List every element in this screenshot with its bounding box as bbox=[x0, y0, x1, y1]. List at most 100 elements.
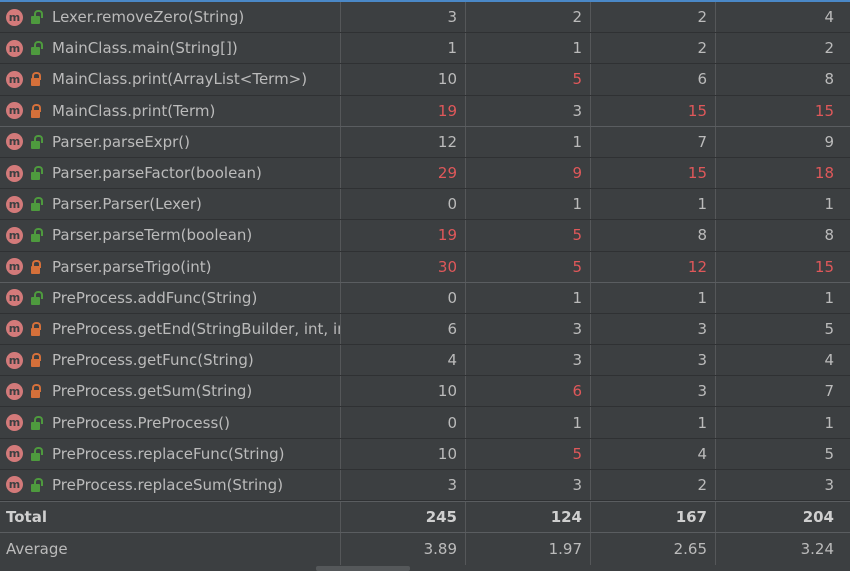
total-label: Total bbox=[0, 502, 341, 532]
table-row[interactable]: m Parser.parseFactor(boolean) 29 9 15 18 bbox=[0, 157, 850, 190]
metric-value: 1 bbox=[466, 282, 591, 313]
lock-icon bbox=[30, 72, 41, 87]
method-cell: m MainClass.print(ArrayList<Term>) bbox=[0, 64, 341, 95]
metric-value: 2 bbox=[591, 2, 716, 33]
method-cell: m PreProcess.PreProcess() bbox=[0, 407, 341, 438]
total-value: 204 bbox=[802, 508, 834, 526]
metric-value: 3 bbox=[341, 469, 466, 500]
metric-value: 8 bbox=[824, 70, 834, 89]
metric-value: 15 bbox=[814, 101, 834, 120]
metric-value: 1 bbox=[824, 413, 834, 432]
method-icon: m bbox=[6, 39, 23, 57]
method-name: Lexer.removeZero(String) bbox=[52, 8, 245, 27]
table-row[interactable]: m Parser.parseTrigo(int) 30 5 12 15 bbox=[0, 251, 850, 283]
metric-value: 3 bbox=[591, 313, 716, 345]
method-icon: m bbox=[6, 476, 23, 494]
average-value: 3.24 bbox=[800, 540, 834, 558]
metric-value: 5 bbox=[824, 319, 834, 338]
table-row[interactable]: m Parser.parseTerm(boolean) 19 5 8 8 bbox=[0, 220, 850, 252]
metric-value: 10 bbox=[341, 376, 466, 407]
metric-value: 5 bbox=[466, 64, 591, 95]
metric-value: 7 bbox=[824, 382, 834, 401]
method-name: MainClass.print(ArrayList<Term>) bbox=[52, 70, 308, 89]
lock-icon bbox=[30, 103, 41, 118]
metric-value: 3 bbox=[824, 475, 834, 494]
total-value: 124 bbox=[466, 502, 591, 532]
average-value: 1.97 bbox=[466, 533, 591, 565]
method-icon: m bbox=[6, 195, 23, 213]
total-row[interactable]: Total 245 124 167 204 bbox=[0, 501, 850, 533]
unlock-icon bbox=[30, 166, 43, 181]
metric-value: 3 bbox=[466, 95, 591, 126]
table-row[interactable]: m PreProcess.addFunc(String) 0 1 1 1 bbox=[0, 282, 850, 314]
method-name: PreProcess.addFunc(String) bbox=[52, 288, 258, 307]
table-row[interactable]: m MainClass.print(ArrayList<Term>) 10 5 6 8 bbox=[0, 64, 850, 96]
table-row[interactable]: m MainClass.print(Term) 19 3 15 15 bbox=[0, 95, 850, 127]
metric-value: 18 bbox=[814, 164, 834, 183]
metrics-table: m Lexer.removeZero(String) 3 2 2 4 m MainClass.… bbox=[0, 2, 850, 565]
method-cell: m Parser.Parser(Lexer) bbox=[0, 189, 341, 220]
table-row[interactable]: m Lexer.removeZero(String) 3 2 2 4 bbox=[0, 2, 850, 34]
unlock-icon bbox=[30, 10, 43, 25]
metric-value: 1 bbox=[341, 33, 466, 64]
metric-value: 6 bbox=[466, 376, 591, 407]
metric-value: 6 bbox=[591, 64, 716, 95]
method-name: Parser.parseExpr() bbox=[52, 132, 191, 151]
method-cell: m PreProcess.replaceFunc(String) bbox=[0, 438, 341, 469]
metric-value: 9 bbox=[466, 157, 591, 189]
unlock-icon bbox=[30, 415, 43, 430]
method-name: PreProcess.getEnd(StringBuilder, int, in… bbox=[52, 319, 341, 338]
metric-value: 15 bbox=[591, 95, 716, 126]
unlock-icon bbox=[30, 41, 43, 56]
table-row[interactable]: m Parser.parseExpr() 12 1 7 9 bbox=[0, 126, 850, 158]
method-name: Parser.parseFactor(boolean) bbox=[52, 164, 262, 183]
metric-value: 2 bbox=[591, 469, 716, 500]
metric-value: 15 bbox=[591, 157, 716, 189]
metric-value: 2 bbox=[824, 39, 834, 58]
table-row[interactable]: m Parser.Parser(Lexer) 0 1 1 1 bbox=[0, 189, 850, 221]
metric-value: 15 bbox=[814, 257, 834, 276]
unlock-icon bbox=[30, 290, 43, 305]
metric-value: 3 bbox=[466, 469, 591, 500]
method-icon: m bbox=[6, 289, 23, 307]
method-name: PreProcess.PreProcess() bbox=[52, 413, 230, 432]
metric-value: 30 bbox=[341, 251, 466, 282]
table-row[interactable]: m PreProcess.getFunc(String) 4 3 3 4 bbox=[0, 345, 850, 377]
table-row[interactable]: m PreProcess.getEnd(StringBuilder, int, i… bbox=[0, 313, 850, 346]
metric-value: 0 bbox=[341, 407, 466, 438]
table-row[interactable]: m PreProcess.PreProcess() 0 1 1 1 bbox=[0, 407, 850, 439]
method-name: MainClass.main(String[]) bbox=[52, 39, 238, 58]
metric-value: 7 bbox=[591, 126, 716, 157]
metric-value: 3 bbox=[591, 345, 716, 376]
metric-value: 3 bbox=[466, 313, 591, 345]
average-row[interactable]: Average 3.89 1.97 2.65 3.24 bbox=[0, 533, 850, 565]
metric-value: 10 bbox=[341, 64, 466, 95]
method-cell: m PreProcess.getEnd(StringBuilder, int, i… bbox=[0, 313, 341, 345]
metric-value: 6 bbox=[341, 313, 466, 345]
method-icon: m bbox=[6, 164, 23, 182]
metric-value: 4 bbox=[341, 345, 466, 376]
method-icon: m bbox=[6, 382, 23, 400]
average-label: Average bbox=[0, 533, 341, 565]
method-name: PreProcess.replaceFunc(String) bbox=[52, 444, 285, 463]
lock-icon bbox=[30, 259, 41, 274]
method-name: Parser.parseTerm(boolean) bbox=[52, 226, 253, 245]
method-icon: m bbox=[6, 226, 23, 244]
horizontal-scrollbar[interactable] bbox=[316, 566, 410, 571]
metric-value: 4 bbox=[591, 438, 716, 469]
table-row[interactable]: m PreProcess.replaceFunc(String) 10 5 4 5 bbox=[0, 438, 850, 470]
metric-value: 12 bbox=[591, 251, 716, 282]
metric-value: 29 bbox=[341, 157, 466, 189]
unlock-icon bbox=[30, 228, 43, 243]
metric-value: 0 bbox=[341, 282, 466, 313]
table-row[interactable]: m PreProcess.replaceSum(String) 3 3 2 3 bbox=[0, 469, 850, 501]
method-icon: m bbox=[6, 133, 23, 151]
metric-value: 1 bbox=[591, 407, 716, 438]
method-icon: m bbox=[6, 351, 23, 369]
method-name: MainClass.print(Term) bbox=[52, 101, 216, 120]
metric-value: 3 bbox=[591, 376, 716, 407]
metric-value: 1 bbox=[466, 33, 591, 64]
table-row[interactable]: m MainClass.main(String[]) 1 1 2 2 bbox=[0, 33, 850, 65]
metric-value: 12 bbox=[341, 126, 466, 157]
table-row[interactable]: m PreProcess.getSum(String) 10 6 3 7 bbox=[0, 376, 850, 408]
